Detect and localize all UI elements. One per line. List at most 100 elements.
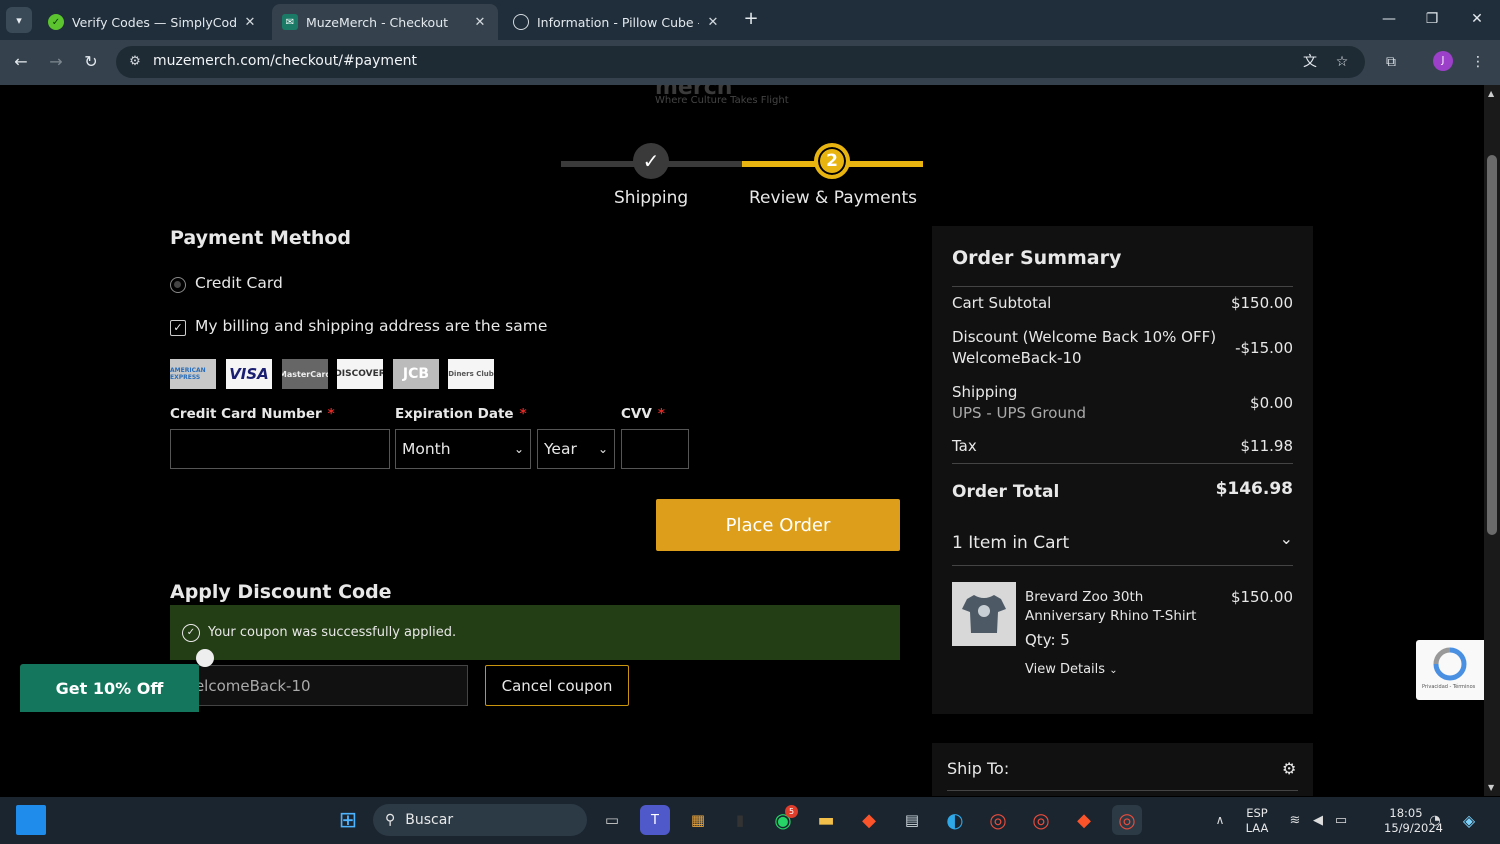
visa-card-icon: VISA bbox=[226, 359, 272, 389]
step-shipping-label[interactable]: Shipping bbox=[614, 188, 688, 208]
translate-icon[interactable]: 文 bbox=[1300, 52, 1320, 72]
browser-toolbar: ← → ↻ ⚙ muzemerch.com/checkout/#payment … bbox=[0, 40, 1500, 85]
file-explorer-icon[interactable]: ▬ bbox=[811, 805, 841, 835]
recaptcha-badge[interactable]: Privacidad - Términos bbox=[1416, 640, 1484, 700]
step-review-label: Review & Payments bbox=[749, 188, 917, 208]
edge-icon[interactable]: ◐ bbox=[940, 805, 970, 835]
divider bbox=[952, 286, 1293, 287]
mouse-cursor-dot bbox=[196, 649, 214, 667]
ship-to-title: Ship To: bbox=[947, 759, 1010, 778]
close-tab-icon[interactable]: ✕ bbox=[472, 15, 488, 30]
brave-icon[interactable]: ◆ bbox=[854, 805, 884, 835]
new-tab-button[interactable]: + bbox=[740, 8, 762, 30]
calculator-icon[interactable]: ▤ bbox=[897, 805, 927, 835]
mastercard-card-icon: MasterCard bbox=[282, 359, 328, 389]
cart-subtotal-row: Cart Subtotal $150.00 bbox=[952, 294, 1293, 312]
bookmark-star-icon[interactable]: ☆ bbox=[1332, 52, 1352, 72]
recaptcha-icon bbox=[1433, 647, 1467, 681]
place-order-button[interactable]: Place Order bbox=[656, 499, 900, 551]
address-bar[interactable]: ⚙ muzemerch.com/checkout/#payment 文 ☆ bbox=[116, 46, 1365, 78]
close-tab-icon[interactable]: ✕ bbox=[705, 15, 721, 30]
tray-expand-icon[interactable]: ∧ bbox=[1205, 805, 1235, 835]
windows-start-icon[interactable]: ⊞ bbox=[333, 805, 363, 835]
tab-simplycodes[interactable]: ✓ Verify Codes — SimplyCodes ✕ bbox=[38, 4, 268, 40]
language-indicator[interactable]: ESP LAA bbox=[1240, 806, 1274, 836]
order-total-row: Order Total $146.98 bbox=[952, 479, 1293, 502]
tab-search-button[interactable]: ▾ bbox=[6, 7, 32, 33]
credit-card-radio[interactable] bbox=[170, 277, 186, 293]
discover-card-icon: DISCOVER bbox=[337, 359, 383, 389]
divider bbox=[952, 463, 1293, 464]
tab-muzemerch-checkout[interactable]: ✉ MuzeMerch - Checkout ✕ bbox=[272, 4, 498, 40]
profile-avatar[interactable]: J bbox=[1433, 51, 1453, 71]
step-review-number: 2 bbox=[814, 143, 850, 179]
chrome-active-icon[interactable]: ◎ bbox=[1112, 805, 1142, 835]
taskbar-search[interactable]: ⚲ Buscar bbox=[373, 804, 587, 836]
checkout-page: merch Where Culture Takes Flight ✓ Shipp… bbox=[0, 85, 1484, 796]
site-tagline: Where Culture Takes Flight bbox=[655, 95, 789, 106]
items-in-cart-toggle[interactable]: 1 Item in Cart ⌄ bbox=[952, 529, 1293, 553]
site-info-icon[interactable]: ⚙ bbox=[126, 53, 144, 71]
scrollbar-thumb[interactable] bbox=[1487, 155, 1497, 535]
cvv-input[interactable] bbox=[621, 429, 689, 469]
discount-row: Discount (Welcome Back 10% OFF) WelcomeB… bbox=[952, 328, 1293, 367]
notification-bell-icon[interactable]: ◔ bbox=[1420, 805, 1450, 835]
copilot-icon[interactable]: ◈ bbox=[1454, 805, 1484, 835]
task-view-icon[interactable]: ▭ bbox=[597, 805, 627, 835]
chevron-down-icon: ⌄ bbox=[597, 442, 608, 456]
check-circle-icon: ✓ bbox=[182, 623, 200, 642]
order-summary: Order Summary Cart Subtotal $150.00 Disco… bbox=[932, 226, 1313, 714]
restore-icon[interactable]: ❐ bbox=[1421, 8, 1443, 30]
brave-profile-icon[interactable]: ◆ bbox=[1069, 805, 1099, 835]
jcb-card-icon: JCB bbox=[393, 359, 439, 389]
expiration-label: Expiration Date * bbox=[395, 406, 527, 422]
close-window-icon[interactable]: ✕ bbox=[1466, 8, 1488, 30]
expiration-year-select[interactable]: Year ⌄ bbox=[537, 429, 615, 469]
cancel-coupon-button[interactable]: Cancel coupon bbox=[485, 665, 629, 706]
scroll-down-icon[interactable]: ▼ bbox=[1488, 783, 1494, 792]
ship-to-section: Ship To: ⚙ bbox=[932, 743, 1313, 796]
search-icon: ⚲ bbox=[385, 812, 396, 828]
battery-icon[interactable]: ▭ bbox=[1326, 805, 1356, 835]
microsoft-store-icon[interactable]: ▦ bbox=[683, 805, 713, 835]
discount-code-input[interactable]: WelcomeBack-10 bbox=[170, 665, 468, 706]
step-shipping-check-icon[interactable]: ✓ bbox=[633, 143, 669, 179]
widgets-icon[interactable] bbox=[16, 805, 46, 835]
browser-menu-icon[interactable]: ⋮ bbox=[1467, 51, 1489, 73]
close-tab-icon[interactable]: ✕ bbox=[242, 15, 258, 30]
billing-same-checkbox[interactable]: ✓ bbox=[170, 320, 186, 336]
app-icon[interactable]: ▮ bbox=[725, 805, 755, 835]
windows-taskbar: ⊞ ⚲ Buscar ▭ T ▦ ▮ ◉ 5 ▬ ◆ ▤ ◐ ◎ ◎ ◆ ◎ ∧… bbox=[0, 797, 1500, 844]
forward-arrow-icon[interactable]: → bbox=[45, 51, 67, 73]
minimize-icon[interactable]: — bbox=[1378, 8, 1400, 30]
simplycodes-favicon-icon: ✓ bbox=[48, 14, 64, 30]
back-arrow-icon[interactable]: ← bbox=[10, 51, 32, 73]
reload-icon[interactable]: ↻ bbox=[80, 51, 102, 73]
credit-card-label[interactable]: Credit Card bbox=[195, 274, 283, 292]
tab-pillow-cube[interactable]: Information - Pillow Cube - Che ✕ bbox=[503, 4, 731, 40]
coupon-success-message: ✓ Your coupon was successfully applied. bbox=[170, 605, 900, 660]
globe-icon bbox=[513, 14, 529, 30]
view-details-link[interactable]: View Details ⌄ bbox=[1025, 662, 1225, 677]
payment-method-title: Payment Method bbox=[170, 227, 352, 249]
card-number-input[interactable] bbox=[170, 429, 390, 469]
chevron-down-icon[interactable]: ⌄ bbox=[1280, 529, 1293, 548]
chrome-profile-icon[interactable]: ◎ bbox=[1026, 805, 1056, 835]
order-summary-title: Order Summary bbox=[952, 247, 1122, 269]
amex-card-icon: AMERICAN EXPRESS bbox=[170, 359, 216, 389]
diners-card-icon: Diners Club bbox=[448, 359, 494, 389]
url-text[interactable]: muzemerch.com/checkout/#payment bbox=[153, 53, 417, 69]
gear-icon[interactable]: ⚙ bbox=[1282, 759, 1302, 778]
chrome-icon[interactable]: ◎ bbox=[983, 805, 1013, 835]
expiration-month-select[interactable]: Month ⌄ bbox=[395, 429, 531, 469]
divider bbox=[947, 790, 1298, 791]
shipping-row: Shipping UPS - UPS Ground $0.00 bbox=[952, 383, 1293, 422]
teams-icon[interactable]: T bbox=[640, 805, 670, 835]
extensions-icon[interactable]: ⧉ bbox=[1380, 51, 1402, 73]
recaptcha-text: Privacidad - Términos bbox=[1422, 684, 1476, 690]
get-10-off-button[interactable]: Get 10% Off bbox=[20, 664, 199, 712]
rhino-tshirt-thumbnail bbox=[952, 582, 1016, 646]
billing-same-label[interactable]: My billing and shipping address are the … bbox=[195, 317, 547, 335]
divider bbox=[952, 565, 1293, 566]
scroll-up-icon[interactable]: ▲ bbox=[1488, 89, 1494, 98]
